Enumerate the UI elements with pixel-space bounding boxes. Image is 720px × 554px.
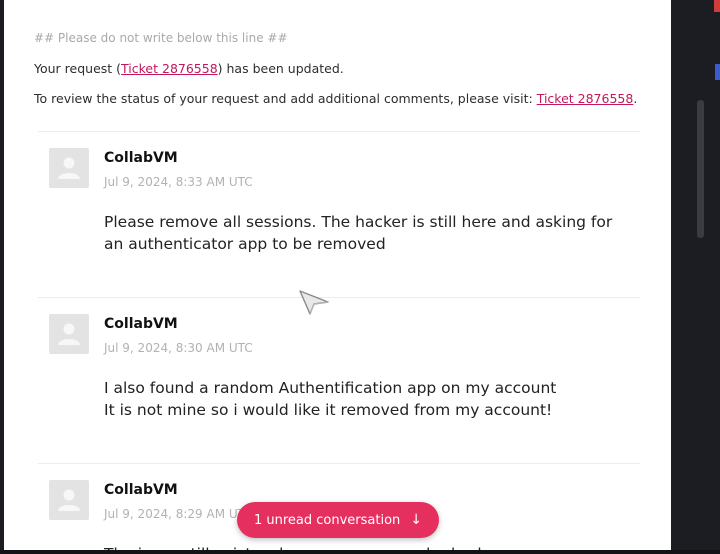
- unread-conversation-label: 1 unread conversation: [253, 512, 401, 528]
- unread-conversation-button[interactable]: 1 unread conversation ↓: [237, 502, 439, 538]
- comment-timestamp: Jul 9, 2024, 8:30 AM UTC: [104, 341, 253, 355]
- comment-author: CollabVM: [104, 316, 178, 332]
- comment-body: I also found a random Authentification a…: [104, 377, 649, 421]
- comment-timestamp: Jul 9, 2024, 8:29 AM UTC: [104, 507, 253, 521]
- comment-line: I also found a random Authentification a…: [104, 379, 557, 397]
- comment-divider: [38, 131, 640, 132]
- comment-line: It is not mine so i would like it remove…: [104, 401, 553, 419]
- user-icon: [58, 489, 80, 511]
- avatar: [49, 148, 89, 188]
- ticket-link[interactable]: Ticket 2876558: [121, 61, 218, 76]
- comment-line: an authenticator app to be removed: [104, 235, 386, 253]
- avatar: [49, 480, 89, 520]
- comment-author: CollabVM: [104, 150, 178, 166]
- comment-divider: [38, 297, 640, 298]
- comment-timestamp: Jul 9, 2024, 8:33 AM UTC: [104, 175, 253, 189]
- mouse-cursor-icon: [299, 290, 329, 315]
- avatar: [49, 314, 89, 354]
- review-notice-prefix: To review the status of your request and…: [34, 91, 537, 106]
- comment-line: Please remove all sessions. The hacker i…: [104, 213, 613, 231]
- user-icon: [58, 157, 80, 179]
- review-notice-suffix: .: [633, 91, 638, 106]
- scrollbar[interactable]: [697, 100, 704, 238]
- email-message-pane: ## Please do not write below this line #…: [4, 0, 671, 554]
- user-icon: [58, 323, 80, 345]
- ticket-link-review[interactable]: Ticket 2876558: [537, 91, 634, 106]
- update-notice: Your request (Ticket 2876558) has been u…: [34, 61, 344, 76]
- update-notice-suffix: ) has been updated.: [217, 61, 344, 76]
- comment-body: Please remove all sessions. The hacker i…: [104, 211, 649, 255]
- window-edge-accent: [714, 0, 720, 12]
- comment-author: CollabVM: [104, 482, 178, 498]
- update-notice-prefix: Your request (: [34, 61, 122, 76]
- comment-divider: [38, 463, 640, 464]
- review-status-notice: To review the status of your request and…: [34, 91, 637, 106]
- reply-separator-notice: ## Please do not write below this line #…: [34, 31, 288, 45]
- arrow-down-icon: ↓: [410, 512, 423, 528]
- window-edge-accent: [715, 64, 720, 80]
- bottom-edge: [0, 550, 720, 554]
